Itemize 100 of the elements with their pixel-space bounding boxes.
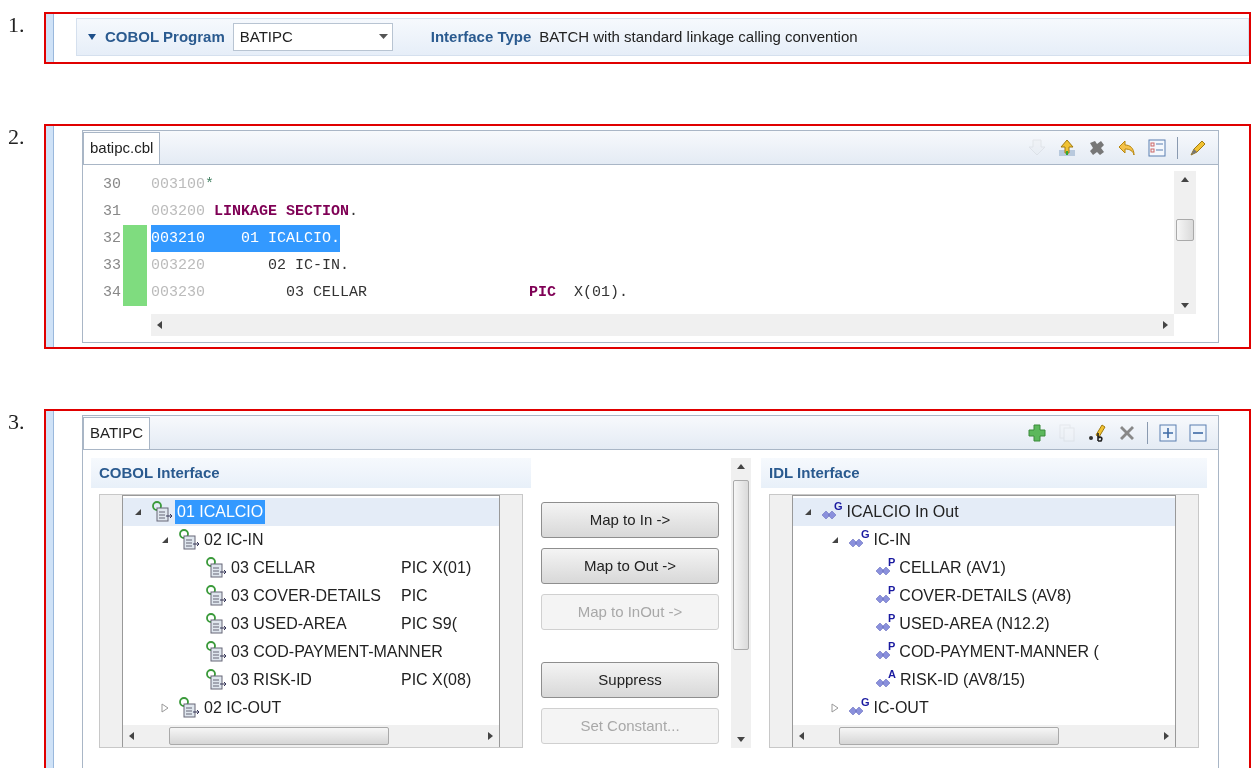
tree-node-label: RISK-ID (AV8/15) bbox=[899, 670, 1026, 690]
interface-type-value: BATCH with standard linkage calling convention bbox=[539, 26, 858, 47]
pic-clause: PIC S9( bbox=[401, 614, 458, 634]
collapsed-arrow-icon[interactable] bbox=[830, 703, 840, 713]
mapping-button[interactable]: Map to Out -> bbox=[541, 548, 719, 584]
vertical-scrollbar[interactable] bbox=[731, 458, 751, 748]
collapse-toggle-icon[interactable] bbox=[87, 32, 97, 42]
type-letter: P bbox=[888, 613, 896, 624]
scroll-left-icon[interactable] bbox=[157, 321, 162, 329]
type-letter: P bbox=[888, 557, 896, 568]
data-item-icon bbox=[205, 557, 227, 579]
tree-node-label: 03 RISK-ID bbox=[230, 670, 313, 690]
line-number: 30 bbox=[102, 175, 122, 195]
tree-row[interactable]: P USED-AREA (N12.2) bbox=[793, 610, 1175, 638]
type-letter: A bbox=[888, 669, 896, 680]
expanded-arrow-icon[interactable] bbox=[803, 507, 813, 517]
horizontal-scrollbar[interactable] bbox=[151, 314, 1174, 336]
tree-row[interactable]: G ICALCIO In Out bbox=[793, 498, 1175, 526]
horizontal-scrollbar[interactable] bbox=[793, 725, 1175, 747]
field-label: COBOL Program bbox=[105, 26, 225, 47]
rename-icon[interactable] bbox=[1087, 422, 1107, 443]
data-item-icon bbox=[205, 613, 227, 635]
tree-node-label: 01 ICALCIO bbox=[175, 500, 266, 524]
tree-row[interactable]: 03 COVER-DETAILS PIC bbox=[123, 582, 499, 610]
code-line: 003220 02 IC-IN. bbox=[151, 256, 350, 276]
scrollbar-thumb[interactable] bbox=[169, 727, 389, 745]
tree-node-label: IC-IN bbox=[873, 530, 911, 550]
data-item-icon bbox=[205, 585, 227, 607]
horizontal-scrollbar[interactable] bbox=[123, 725, 499, 747]
scrollbar-thumb[interactable] bbox=[839, 727, 1059, 745]
section-header: IDL Interface bbox=[761, 458, 1207, 488]
tree-row[interactable]: 03 COD-PAYMENT-MANNER bbox=[123, 638, 499, 666]
expanded-arrow-icon[interactable] bbox=[133, 507, 143, 517]
expanded-arrow-icon[interactable] bbox=[160, 535, 170, 545]
type-letter: P bbox=[888, 641, 896, 652]
scroll-right-icon[interactable] bbox=[1164, 732, 1169, 740]
file-tab[interactable]: batipc.cbl bbox=[83, 132, 161, 164]
tree-row[interactable]: 03 USED-AREA PIC S9( bbox=[123, 610, 499, 638]
tree-node-label: 03 COD-PAYMENT-MANNER bbox=[230, 642, 444, 662]
scroll-up-icon[interactable] bbox=[1181, 177, 1189, 182]
data-item-icon bbox=[205, 669, 227, 691]
tree-node-label: USED-AREA (N12.2) bbox=[899, 614, 1050, 634]
data-item-icon bbox=[178, 697, 200, 719]
tree-row[interactable]: 02 IC-OUT bbox=[123, 694, 499, 722]
tree-node-label: 02 IC-IN bbox=[203, 530, 265, 550]
code-line: 003100* bbox=[151, 175, 215, 195]
collapse-all-icon[interactable] bbox=[1188, 422, 1208, 443]
mapping-button[interactable]: Map to In -> bbox=[541, 502, 719, 538]
line-number: 32 bbox=[102, 229, 122, 249]
tree-row[interactable]: G IC-IN bbox=[793, 526, 1175, 554]
vertical-scrollbar[interactable] bbox=[1174, 171, 1196, 314]
line-number: 33 bbox=[102, 256, 122, 276]
scroll-up-icon[interactable] bbox=[737, 464, 745, 469]
step-number: 1. bbox=[7, 12, 26, 36]
tree-row[interactable]: A RISK-ID (AV8/15) bbox=[793, 666, 1175, 694]
type-letter: G bbox=[861, 697, 870, 708]
checklist-icon[interactable] bbox=[1147, 137, 1167, 158]
program-dropdown[interactable]: BATIPC bbox=[232, 23, 393, 51]
code-line: 003230 03 CELLAR PIC X(01). bbox=[151, 283, 629, 303]
scroll-right-icon[interactable] bbox=[1163, 321, 1168, 329]
type-letter: G bbox=[861, 529, 870, 540]
line-number: 34 bbox=[102, 283, 122, 303]
file-tab[interactable]: BATIPC bbox=[83, 417, 151, 449]
tree-row[interactable]: G IC-OUT bbox=[793, 694, 1175, 722]
scroll-left-icon[interactable] bbox=[799, 732, 804, 740]
code-line: 003200 LINKAGE SECTION. bbox=[151, 202, 359, 222]
step-number: 3. bbox=[7, 409, 26, 433]
scroll-down-icon[interactable] bbox=[1181, 303, 1189, 308]
pic-clause: PIC X(08) bbox=[401, 670, 473, 690]
scroll-left-icon[interactable] bbox=[129, 732, 134, 740]
section-header: COBOL Interface bbox=[91, 458, 531, 488]
step-number: 2. bbox=[7, 124, 26, 148]
tree-row[interactable]: 02 IC-IN bbox=[123, 526, 499, 554]
scrollbar-thumb[interactable] bbox=[1176, 219, 1194, 241]
tree-node-label: COVER-DETAILS (AV8) bbox=[899, 586, 1072, 606]
scroll-right-icon[interactable] bbox=[488, 732, 493, 740]
data-item-icon bbox=[178, 529, 200, 551]
data-item-icon bbox=[151, 501, 173, 523]
tree-row[interactable]: P CELLAR (AV1) bbox=[793, 554, 1175, 582]
type-letter: P bbox=[888, 585, 896, 596]
collapsed-arrow-icon[interactable] bbox=[160, 703, 170, 713]
pic-clause: PIC X(01) bbox=[401, 558, 473, 578]
tree-node-label: IC-OUT bbox=[873, 698, 929, 718]
data-item-icon bbox=[205, 641, 227, 663]
tree-node-label: ICALCIO In Out bbox=[846, 502, 959, 522]
tree-node-label: 03 COVER-DETAILS bbox=[230, 586, 382, 606]
field-label: Interface Type bbox=[430, 26, 532, 47]
up-arrow-icon[interactable] bbox=[1057, 137, 1077, 158]
scrollbar-thumb[interactable] bbox=[733, 480, 749, 650]
expand-all-icon[interactable] bbox=[1158, 422, 1178, 443]
tree-row[interactable]: 03 CELLAR PIC X(01) bbox=[123, 554, 499, 582]
mapping-button[interactable]: Suppress bbox=[541, 662, 719, 698]
tree-node-label: 03 CELLAR bbox=[230, 558, 317, 578]
tree-row[interactable]: P COVER-DETAILS (AV8) bbox=[793, 582, 1175, 610]
expanded-arrow-icon[interactable] bbox=[830, 535, 840, 545]
scroll-down-icon[interactable] bbox=[737, 737, 745, 742]
tree-row[interactable]: 03 RISK-ID PIC X(08) bbox=[123, 666, 499, 694]
dropdown-value: BATIPC bbox=[239, 26, 293, 47]
tree-row[interactable]: P COD-PAYMENT-MANNER ( bbox=[793, 638, 1175, 666]
add-icon[interactable] bbox=[1027, 422, 1047, 443]
